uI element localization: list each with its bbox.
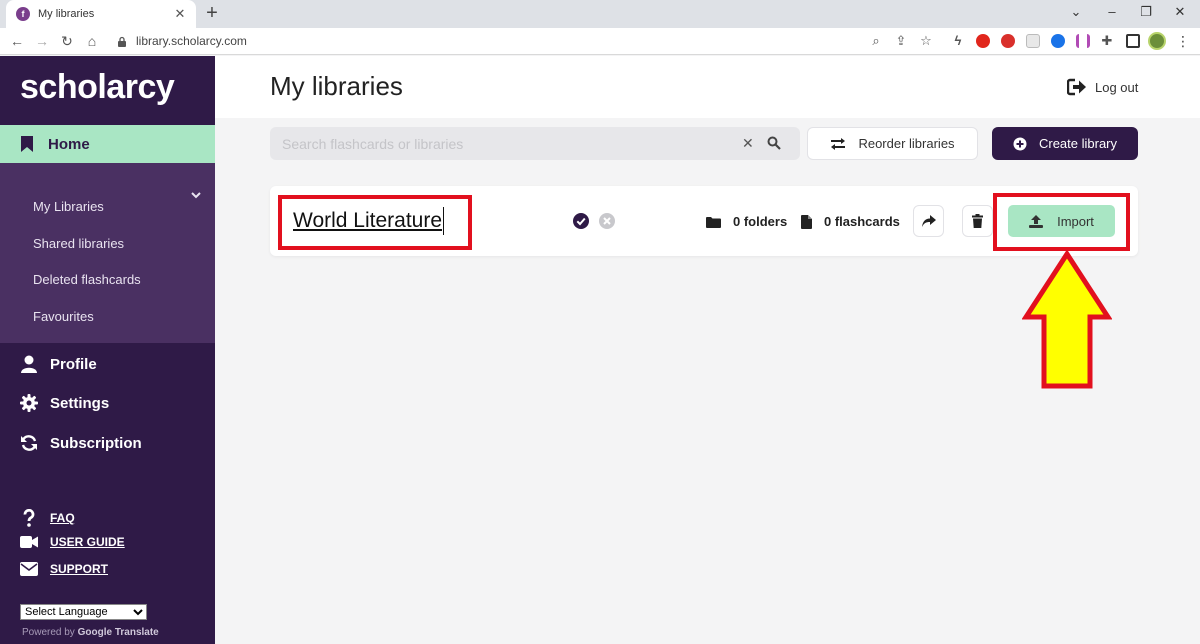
video-camera-icon bbox=[20, 536, 38, 548]
create-label: Create library bbox=[1038, 136, 1118, 151]
home-browser-icon[interactable]: ⌂ bbox=[83, 32, 101, 50]
sidebar-item-shared-libraries[interactable]: Shared libraries bbox=[33, 236, 124, 251]
sidebar-item-my-libraries[interactable]: My Libraries bbox=[33, 199, 104, 214]
create-library-button[interactable]: Create library bbox=[992, 127, 1138, 160]
profile-avatar[interactable] bbox=[1148, 32, 1166, 50]
lock-icon bbox=[118, 36, 126, 47]
minimize-icon[interactable]: – bbox=[1102, 4, 1122, 19]
sidebar: scholarcy Home My Libraries Shared libra… bbox=[0, 56, 215, 644]
page-title: My libraries bbox=[270, 71, 403, 101]
folder-icon bbox=[706, 216, 721, 228]
tab-title: My libraries bbox=[38, 8, 95, 20]
faq-link[interactable]: FAQ bbox=[20, 509, 75, 527]
forward-icon[interactable]: → bbox=[33, 32, 51, 50]
share-library-button[interactable] bbox=[913, 205, 944, 237]
logout-button[interactable]: Log out bbox=[1067, 78, 1138, 96]
side-panel-icon[interactable] bbox=[1126, 34, 1140, 48]
sidebar-item-deleted-flashcards[interactable]: Deleted flashcards bbox=[33, 272, 141, 287]
extension-bolt-icon[interactable]: ϟ bbox=[950, 33, 966, 48]
new-tab-icon[interactable]: + bbox=[202, 2, 222, 24]
faq-label: FAQ bbox=[50, 511, 75, 525]
bookmark-icon bbox=[21, 136, 33, 152]
zoom-icon[interactable]: ⌕ bbox=[868, 33, 884, 49]
confirm-check-icon[interactable] bbox=[573, 213, 589, 229]
clear-search-icon[interactable]: ✕ bbox=[742, 135, 754, 152]
delete-library-button[interactable] bbox=[962, 205, 993, 237]
restore-icon[interactable]: ❐ bbox=[1136, 4, 1156, 20]
back-icon[interactable]: ← bbox=[8, 32, 26, 50]
user-guide-link[interactable]: USER GUIDE bbox=[20, 535, 125, 549]
chevron-down-icon[interactable] bbox=[190, 189, 202, 201]
user-guide-label: USER GUIDE bbox=[50, 535, 125, 549]
import-label: Import bbox=[1057, 213, 1094, 229]
sidebar-item-label: Profile bbox=[50, 355, 97, 373]
sync-icon bbox=[21, 435, 37, 451]
reload-icon[interactable]: ↻ bbox=[58, 32, 76, 50]
powered-by-google-translate: Powered by Google Translate bbox=[22, 627, 159, 638]
share-arrow-icon bbox=[921, 215, 936, 227]
browser-tab[interactable]: f My libraries ✕ bbox=[6, 0, 196, 28]
browser-tabstrip: f My libraries ✕ + ⌄ – ❐ ✕ bbox=[0, 0, 1200, 28]
google-logo[interactable]: Google bbox=[78, 627, 112, 638]
page-header: My libraries Log out bbox=[215, 56, 1200, 118]
library-name-input[interactable]: World Literature bbox=[293, 207, 445, 235]
envelope-icon bbox=[20, 562, 38, 576]
sidebar-item-favourites[interactable]: Favourites bbox=[33, 309, 94, 324]
language-select[interactable]: Select Language bbox=[20, 604, 147, 620]
extension-blue-icon[interactable] bbox=[1051, 34, 1065, 48]
import-button[interactable]: Import bbox=[1008, 205, 1115, 237]
sidebar-item-label: Settings bbox=[50, 394, 110, 412]
extension-library-icon[interactable] bbox=[1076, 34, 1090, 48]
sidebar-item-label: Subscription bbox=[50, 434, 142, 452]
sidebar-item-profile[interactable]: Profile bbox=[20, 355, 97, 373]
extension-opera-icon[interactable] bbox=[976, 34, 990, 48]
favicon-icon: f bbox=[16, 7, 30, 21]
plus-circle-icon bbox=[1013, 137, 1027, 150]
extensions-puzzle-icon[interactable]: ✚ bbox=[1099, 33, 1115, 49]
flashcards-count: 0 flashcards bbox=[801, 214, 900, 229]
support-label: SUPPORT bbox=[50, 562, 109, 576]
extension-abp-icon[interactable] bbox=[1001, 34, 1015, 48]
sidebar-item-home[interactable]: Home bbox=[0, 125, 215, 163]
bookmark-star-icon[interactable]: ☆ bbox=[918, 33, 934, 49]
logout-label: Log out bbox=[1095, 79, 1139, 95]
browser-menu-icon[interactable]: ⋮ bbox=[1176, 32, 1190, 50]
extension-doc-icon[interactable] bbox=[1026, 34, 1040, 48]
address-bar[interactable]: library.scholarcy.com bbox=[136, 34, 247, 48]
reorder-label: Reorder libraries bbox=[858, 136, 955, 151]
exchange-icon bbox=[831, 137, 846, 150]
libraries-submenu: My Libraries Shared libraries Deleted fl… bbox=[0, 163, 215, 343]
browser-toolbar: ← → ↻ ⌂ library.scholarcy.com ⌕ ⇪ ☆ ϟ ✚ … bbox=[0, 28, 1200, 55]
support-link[interactable]: SUPPORT bbox=[20, 562, 108, 576]
trash-icon bbox=[972, 214, 983, 228]
share-icon[interactable]: ⇪ bbox=[893, 33, 909, 49]
file-icon bbox=[801, 214, 812, 229]
sidebar-item-label: Home bbox=[48, 135, 90, 153]
gear-icon bbox=[20, 394, 38, 412]
search-icon[interactable] bbox=[767, 136, 781, 150]
user-icon bbox=[21, 355, 37, 373]
tab-search-icon[interactable]: ⌄ bbox=[1066, 4, 1086, 20]
scholarcy-logo[interactable]: scholarcy bbox=[20, 68, 175, 107]
cancel-x-icon[interactable] bbox=[599, 213, 615, 229]
sidebar-item-settings[interactable]: Settings bbox=[20, 394, 109, 412]
search-input[interactable] bbox=[282, 134, 732, 154]
upload-icon bbox=[1029, 214, 1044, 228]
question-icon bbox=[23, 509, 35, 527]
close-window-icon[interactable]: ✕ bbox=[1170, 4, 1190, 20]
sidebar-item-subscription[interactable]: Subscription bbox=[20, 434, 142, 452]
sign-out-icon bbox=[1067, 78, 1086, 96]
folders-count: 0 folders bbox=[706, 214, 787, 229]
tab-close-icon[interactable]: ✕ bbox=[172, 6, 188, 22]
annotation-arrow-up bbox=[1022, 250, 1112, 389]
search-bar: ✕ bbox=[270, 127, 800, 160]
reorder-libraries-button[interactable]: Reorder libraries bbox=[807, 127, 978, 160]
